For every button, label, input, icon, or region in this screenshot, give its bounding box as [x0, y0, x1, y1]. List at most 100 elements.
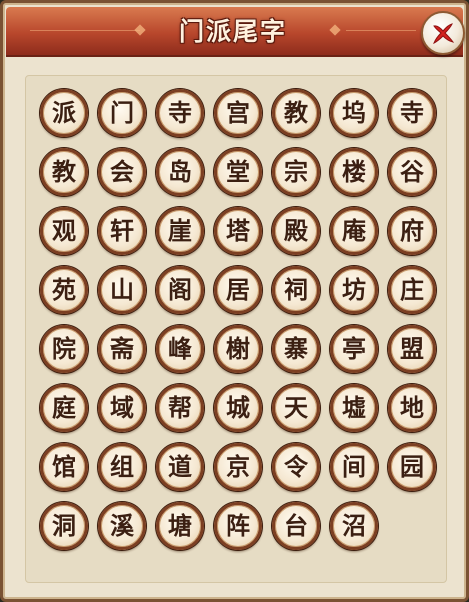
suffix-char: 会	[110, 157, 134, 186]
suffix-char: 殿	[284, 216, 308, 245]
suffix-tile[interactable]: 帮	[156, 384, 204, 432]
suffix-char: 亭	[342, 334, 366, 363]
suffix-char: 寺	[400, 98, 424, 127]
suffix-tile[interactable]: 山	[98, 266, 146, 314]
suffix-char: 教	[52, 157, 76, 186]
suffix-tile[interactable]: 间	[330, 443, 378, 491]
suffix-char: 门	[110, 98, 134, 127]
suffix-tile[interactable]: 坊	[330, 266, 378, 314]
suffix-char: 坞	[342, 98, 366, 127]
suffix-tile[interactable]: 院	[40, 325, 88, 373]
suffix-char: 盟	[400, 334, 424, 363]
suffix-char: 府	[400, 216, 424, 245]
suffix-dialog: 门派尾字 派门寺宫教坞寺教会岛堂宗楼谷观轩崖塔殿庵府苑山阁居祠坊庄院斋峰榭寨亭盟…	[0, 0, 469, 602]
suffix-char: 观	[52, 216, 76, 245]
suffix-tile[interactable]: 庄	[388, 266, 436, 314]
suffix-tile[interactable]: 组	[98, 443, 146, 491]
suffix-tile[interactable]: 塘	[156, 502, 204, 550]
suffix-char: 崖	[168, 216, 192, 245]
suffix-tile[interactable]: 沼	[330, 502, 378, 550]
suffix-tile[interactable]: 坞	[330, 89, 378, 137]
suffix-tile[interactable]: 阁	[156, 266, 204, 314]
suffix-tile[interactable]: 域	[98, 384, 146, 432]
suffix-char: 祠	[284, 275, 308, 304]
suffix-char: 组	[110, 452, 134, 481]
suffix-tile[interactable]: 寨	[272, 325, 320, 373]
suffix-tile[interactable]: 苑	[40, 266, 88, 314]
suffix-tile[interactable]: 城	[214, 384, 262, 432]
suffix-char: 轩	[110, 216, 134, 245]
header-divider-left	[30, 30, 140, 31]
suffix-tile[interactable]: 京	[214, 443, 262, 491]
suffix-tile[interactable]: 教	[40, 148, 88, 196]
suffix-char: 令	[284, 452, 308, 481]
suffix-tile[interactable]: 园	[388, 443, 436, 491]
close-x-icon	[433, 23, 455, 45]
suffix-tile[interactable]: 楼	[330, 148, 378, 196]
suffix-tile[interactable]: 崖	[156, 207, 204, 255]
suffix-char: 谷	[400, 157, 424, 186]
suffix-tile[interactable]: 阵	[214, 502, 262, 550]
suffix-char: 斋	[110, 334, 134, 363]
suffix-tile[interactable]: 堂	[214, 148, 262, 196]
suffix-tile[interactable]: 派	[40, 89, 88, 137]
suffix-char: 山	[110, 275, 134, 304]
suffix-char: 沼	[342, 511, 366, 540]
suffix-tile[interactable]: 庵	[330, 207, 378, 255]
suffix-tile[interactable]: 府	[388, 207, 436, 255]
suffix-char: 教	[284, 98, 308, 127]
suffix-char: 阁	[168, 275, 192, 304]
header-divider-right	[346, 30, 416, 31]
suffix-char: 洞	[52, 511, 76, 540]
suffix-tile[interactable]: 岛	[156, 148, 204, 196]
close-button[interactable]	[421, 11, 465, 55]
suffix-tile[interactable]: 盟	[388, 325, 436, 373]
suffix-tile[interactable]: 居	[214, 266, 262, 314]
suffix-tile[interactable]: 祠	[272, 266, 320, 314]
suffix-tile[interactable]: 宫	[214, 89, 262, 137]
suffix-tile[interactable]: 庭	[40, 384, 88, 432]
suffix-char: 楼	[342, 157, 366, 186]
suffix-tile[interactable]: 洞	[40, 502, 88, 550]
suffix-tile[interactable]: 台	[272, 502, 320, 550]
suffix-char: 坊	[342, 275, 366, 304]
suffix-tile[interactable]: 会	[98, 148, 146, 196]
suffix-grid: 派门寺宫教坞寺教会岛堂宗楼谷观轩崖塔殿庵府苑山阁居祠坊庄院斋峰榭寨亭盟庭域帮城天…	[40, 89, 440, 550]
suffix-tile[interactable]: 亭	[330, 325, 378, 373]
suffix-char: 塘	[168, 511, 192, 540]
suffix-tile[interactable]: 寺	[388, 89, 436, 137]
suffix-char: 溪	[110, 511, 134, 540]
title-plate: 门派尾字	[153, 11, 313, 49]
suffix-tile[interactable]: 教	[272, 89, 320, 137]
suffix-tile[interactable]: 寺	[156, 89, 204, 137]
suffix-char: 居	[226, 275, 250, 304]
suffix-char: 岛	[168, 157, 192, 186]
suffix-char: 派	[52, 98, 76, 127]
suffix-tile[interactable]: 塔	[214, 207, 262, 255]
suffix-tile[interactable]: 谷	[388, 148, 436, 196]
suffix-tile[interactable]: 榭	[214, 325, 262, 373]
suffix-char: 塔	[226, 216, 250, 245]
suffix-char: 城	[226, 393, 250, 422]
suffix-tile[interactable]: 溪	[98, 502, 146, 550]
header-ornament-left	[134, 24, 146, 36]
suffix-char: 天	[284, 393, 308, 422]
suffix-tile[interactable]: 道	[156, 443, 204, 491]
suffix-tile[interactable]: 观	[40, 207, 88, 255]
suffix-tile[interactable]: 门	[98, 89, 146, 137]
suffix-char: 苑	[52, 275, 76, 304]
suffix-char: 域	[110, 393, 134, 422]
suffix-char: 寨	[284, 334, 308, 363]
suffix-char: 京	[226, 452, 250, 481]
suffix-tile[interactable]: 峰	[156, 325, 204, 373]
suffix-tile[interactable]: 墟	[330, 384, 378, 432]
suffix-tile[interactable]: 殿	[272, 207, 320, 255]
suffix-tile[interactable]: 馆	[40, 443, 88, 491]
suffix-tile[interactable]: 令	[272, 443, 320, 491]
suffix-tile[interactable]: 地	[388, 384, 436, 432]
suffix-tile[interactable]: 斋	[98, 325, 146, 373]
suffix-char: 宗	[284, 157, 308, 186]
suffix-tile[interactable]: 宗	[272, 148, 320, 196]
suffix-tile[interactable]: 天	[272, 384, 320, 432]
suffix-tile[interactable]: 轩	[98, 207, 146, 255]
